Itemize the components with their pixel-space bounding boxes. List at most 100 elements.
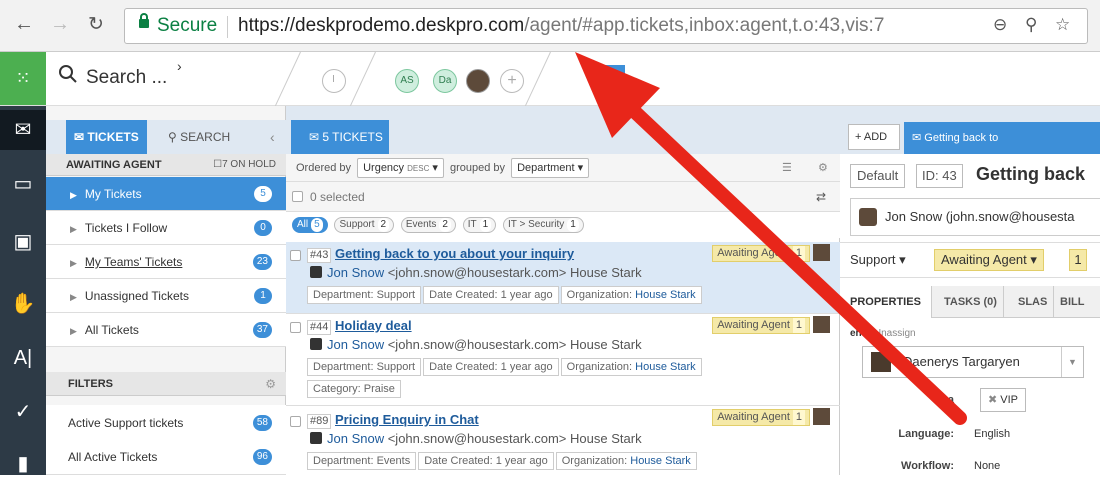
- department-tag: Department: Support: [307, 286, 422, 304]
- url-text[interactable]: https://deskprodemo.deskpro.com/agent/#a…: [238, 15, 884, 37]
- sidebar-item-my-tickets[interactable]: ▶ My Tickets 5: [46, 177, 286, 211]
- status-count: 1: [792, 246, 805, 261]
- group-value: Department: [517, 162, 575, 174]
- filter-pill-it[interactable]: IT 1: [462, 217, 497, 233]
- tab-open-ticket[interactable]: ✉ Getting back to: [904, 122, 1100, 154]
- sidebar-item-my-teams-tickets[interactable]: ▶ My Teams' Tickets 23: [46, 245, 286, 279]
- ticket-row[interactable]: #44 Holiday deal Awaiting Agent 1 Jon Sno…: [286, 314, 840, 406]
- contacts-icon[interactable]: ▣: [0, 222, 46, 262]
- ticket-checkbox[interactable]: [290, 416, 301, 427]
- department-dropdown[interactable]: Support ▾: [850, 243, 906, 277]
- forward-arrow-icon[interactable]: →: [50, 13, 70, 36]
- list-view-icon[interactable]: ☰: [782, 154, 792, 182]
- extension-icon[interactable]: ⚲: [1025, 15, 1037, 35]
- ticket-person[interactable]: Jon Snow <john.snow@housestark.com> Hous…: [310, 431, 642, 446]
- list-settings-icon[interactable]: ⚙: [818, 154, 828, 182]
- pill-count: 5: [311, 218, 323, 232]
- reload-icon[interactable]: ↻: [88, 13, 104, 36]
- language-value[interactable]: English: [974, 428, 1010, 440]
- unassign-link[interactable]: · Unassign: [868, 328, 916, 339]
- clock-icon[interactable]: [322, 69, 346, 93]
- refresh-icon[interactable]: ⇄: [816, 182, 826, 212]
- search-chevron-icon[interactable]: ›: [177, 58, 182, 74]
- vip-label-text: VIP: [1000, 394, 1019, 406]
- label-vip-tag[interactable]: ✖ VIP: [980, 388, 1027, 412]
- back-arrow-icon[interactable]: ←: [14, 13, 34, 36]
- filter-item-active-support[interactable]: Active Support tickets 58: [46, 405, 286, 441]
- avatar-da[interactable]: Da: [433, 69, 457, 93]
- ticket-subject[interactable]: Getting back to you about your inquiry: [335, 246, 574, 261]
- ticket-subject[interactable]: Holiday deal: [335, 318, 412, 333]
- address-bar[interactable]: Secure https://deskprodemo.deskpro.com/a…: [124, 8, 1088, 44]
- filter-pill-support[interactable]: Support 2: [334, 217, 395, 233]
- filter-item-all-active[interactable]: All Active Tickets 96: [46, 439, 286, 475]
- tab-billing[interactable]: BILL: [1054, 286, 1090, 318]
- bookmark-star-icon[interactable]: ☆: [1055, 15, 1070, 35]
- gear-icon[interactable]: ⚙: [265, 372, 276, 396]
- remove-label-icon[interactable]: ✖: [988, 394, 997, 406]
- tab-tickets-label: TICKETS: [87, 130, 139, 144]
- ticket-checkbox[interactable]: [290, 322, 301, 333]
- filter-pill-all[interactable]: All 5: [292, 217, 328, 233]
- tab-tasks[interactable]: TASKS (0): [938, 286, 1004, 318]
- avatar-photo[interactable]: [466, 69, 490, 93]
- tab-search[interactable]: ⚲ SEARCH: [168, 120, 230, 154]
- header-tab-indicator[interactable]: [590, 65, 625, 85]
- default-layout-button[interactable]: Default: [850, 164, 906, 188]
- workflow-value[interactable]: None: [974, 460, 1000, 472]
- reports-icon[interactable]: ▮: [0, 444, 46, 484]
- add-button[interactable]: + ADD: [848, 124, 900, 150]
- pill-count: 2: [377, 218, 390, 232]
- tab-properties[interactable]: PROPERTIES: [840, 286, 932, 318]
- tab-slas[interactable]: SLAS: [1012, 286, 1055, 318]
- tab-tickets[interactable]: ✉ TICKETS: [66, 120, 147, 154]
- add-label: ADD: [863, 131, 888, 143]
- tab-ticket-count[interactable]: ✉ 5 TICKETS: [291, 120, 389, 154]
- deskpro-logo-icon[interactable]: ⁙: [0, 52, 46, 105]
- ticket-row[interactable]: #43 Getting back to you about your inqui…: [286, 242, 840, 314]
- pill-label: IT: [467, 219, 477, 230]
- feedback-icon[interactable]: ✋: [0, 284, 46, 324]
- status-dropdown[interactable]: Awaiting Agent ▾: [934, 249, 1044, 271]
- url-path: /agent/#app.tickets,inbox:agent,t.o:43,v…: [524, 15, 885, 36]
- search-icon[interactable]: [58, 64, 78, 84]
- group-dropdown[interactable]: Department ▾: [511, 158, 590, 178]
- ticket-tags: Department: Support Date Created: 1 year …: [307, 358, 704, 376]
- ticket-person[interactable]: Jon Snow <john.snow@housestark.com> Hous…: [310, 337, 642, 352]
- filter-pill-it-security[interactable]: IT > Security 1: [503, 217, 584, 233]
- publish-icon[interactable]: A|: [0, 338, 46, 378]
- on-hold-toggle[interactable]: ☐7 ON HOLD: [213, 154, 276, 176]
- person-org: House Stark: [570, 337, 642, 352]
- pill-count: 1: [479, 218, 492, 232]
- contact-row[interactable]: Jon Snow (john.snow@housesta: [850, 198, 1100, 236]
- ticket-checkbox[interactable]: [290, 250, 301, 261]
- status-badge: Awaiting Agent 1: [712, 245, 810, 262]
- org-tag: Organization: House Stark: [560, 286, 702, 304]
- ticket-row[interactable]: #89 Pricing Enquiry in Chat Awaiting Age…: [286, 406, 840, 475]
- zoom-icon[interactable]: ⊖: [993, 15, 1007, 35]
- select-all-checkbox[interactable]: [292, 191, 303, 202]
- awaiting-agent-header: AWAITING AGENT ☐7 ON HOLD: [46, 154, 286, 176]
- agent-select[interactable]: Daenerys Targaryen ▼: [862, 346, 1084, 378]
- search-label[interactable]: Search ...: [86, 67, 167, 89]
- ticket-person[interactable]: Jon Snow <john.snow@housestark.com> Hous…: [310, 265, 642, 280]
- tasks-icon[interactable]: ✓: [0, 392, 46, 432]
- ticket-title[interactable]: Getting back: [976, 164, 1085, 185]
- person-email: <john.snow@housestark.com>: [387, 337, 567, 352]
- filter-pill-events[interactable]: Events 2: [400, 217, 456, 233]
- department-value: Support: [850, 252, 896, 267]
- ticket-subject[interactable]: Pricing Enquiry in Chat: [335, 412, 479, 427]
- order-dropdown[interactable]: Urgency DESC ▾: [357, 158, 444, 178]
- sidebar-item-unassigned-tickets[interactable]: ▶ Unassigned Tickets 1: [46, 279, 286, 313]
- department-tag: Department: Support: [307, 358, 422, 376]
- ticket-id-label: ID: 43: [916, 164, 963, 188]
- avatar-as[interactable]: AS: [395, 69, 419, 93]
- collapse-sidebar-icon[interactable]: ‹: [270, 120, 275, 154]
- mail-icon[interactable]: ✉: [0, 110, 46, 150]
- sidebar-item-tickets-i-follow[interactable]: ▶ Tickets I Follow 0: [46, 211, 286, 245]
- chevron-down-icon[interactable]: ▼: [1061, 347, 1083, 377]
- sidebar-item-all-tickets[interactable]: ▶ All Tickets 37: [46, 313, 286, 347]
- chat-icon[interactable]: ▭: [0, 164, 46, 204]
- add-avatar-icon[interactable]: +: [500, 69, 524, 93]
- detail-tabs: PROPERTIES TASKS (0) SLAS BILL: [840, 286, 1100, 318]
